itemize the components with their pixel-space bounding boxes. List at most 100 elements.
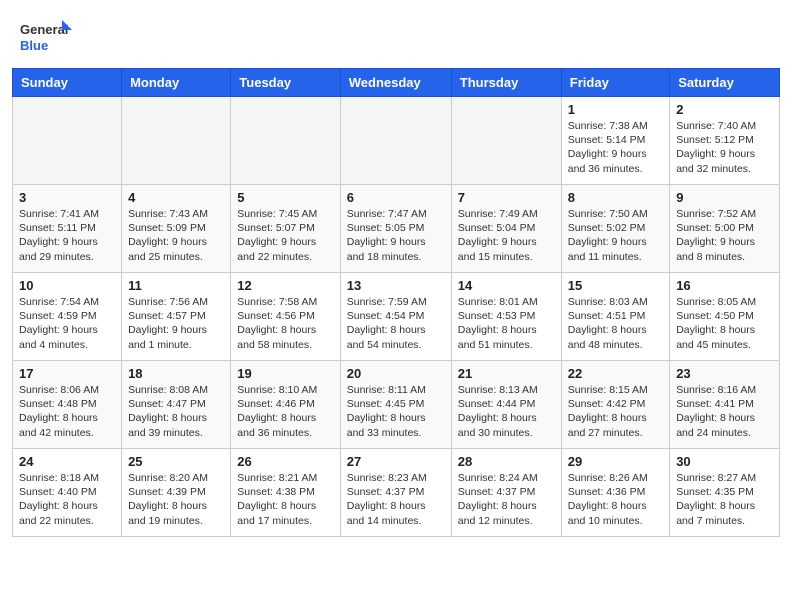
day-number: 29 [568,454,663,469]
calendar-cell: 18 Sunrise: 8:08 AM Sunset: 4:47 PM Dayli… [122,361,231,449]
day-number: 28 [458,454,555,469]
calendar-cell: 30Sunrise: 8:27 AM Sunset: 4:35 PM Dayli… [670,449,780,537]
calendar-cell: 10 Sunrise: 7:54 AM Sunset: 4:59 PM Dayli… [13,273,122,361]
day-number: 24 [19,454,115,469]
column-header-sunday: Sunday [13,69,122,97]
day-info: Sunrise: 8:01 AM Sunset: 4:53 PM Dayligh… [458,295,555,352]
calendar-cell: 3 Sunrise: 7:41 AM Sunset: 5:11 PM Daylig… [13,185,122,273]
day-number: 9 [676,190,773,205]
calendar-cell: 7 Sunrise: 7:49 AM Sunset: 5:04 PM Daylig… [451,185,561,273]
day-info: Sunrise: 8:15 AM Sunset: 4:42 PM Dayligh… [568,383,663,440]
calendar-cell [122,97,231,185]
calendar-cell: 27 Sunrise: 8:23 AM Sunset: 4:37 PM Dayli… [340,449,451,537]
calendar-cell: 9Sunrise: 7:52 AM Sunset: 5:00 PM Daylig… [670,185,780,273]
column-header-wednesday: Wednesday [340,69,451,97]
calendar-cell: 8 Sunrise: 7:50 AM Sunset: 5:02 PM Daylig… [561,185,669,273]
calendar-cell: 14 Sunrise: 8:01 AM Sunset: 4:53 PM Dayli… [451,273,561,361]
calendar-cell: 15 Sunrise: 8:03 AM Sunset: 4:51 PM Dayli… [561,273,669,361]
day-number: 23 [676,366,773,381]
day-info: Sunrise: 8:06 AM Sunset: 4:48 PM Dayligh… [19,383,115,440]
column-header-thursday: Thursday [451,69,561,97]
column-header-monday: Monday [122,69,231,97]
calendar-cell: 17 Sunrise: 8:06 AM Sunset: 4:48 PM Dayli… [13,361,122,449]
day-info: Sunrise: 7:43 AM Sunset: 5:09 PM Dayligh… [128,207,224,264]
week-row-5: 24 Sunrise: 8:18 AM Sunset: 4:40 PM Dayli… [13,449,780,537]
logo: General Blue [20,18,72,60]
day-number: 7 [458,190,555,205]
day-number: 2 [676,102,773,117]
calendar-cell: 1Sunrise: 7:38 AM Sunset: 5:14 PM Daylig… [561,97,669,185]
day-number: 27 [347,454,445,469]
calendar-cell: 22 Sunrise: 8:15 AM Sunset: 4:42 PM Dayli… [561,361,669,449]
calendar-table: SundayMondayTuesdayWednesdayThursdayFrid… [12,68,780,537]
day-info: Sunrise: 8:21 AM Sunset: 4:38 PM Dayligh… [237,471,333,528]
day-number: 30 [676,454,773,469]
calendar-cell: 5 Sunrise: 7:45 AM Sunset: 5:07 PM Daylig… [231,185,340,273]
day-number: 17 [19,366,115,381]
calendar-cell: 19 Sunrise: 8:10 AM Sunset: 4:46 PM Dayli… [231,361,340,449]
day-info: Sunrise: 8:23 AM Sunset: 4:37 PM Dayligh… [347,471,445,528]
calendar-cell: 2 Sunrise: 7:40 AM Sunset: 5:12 PM Daylig… [670,97,780,185]
calendar-cell: 28 Sunrise: 8:24 AM Sunset: 4:37 PM Dayli… [451,449,561,537]
calendar-cell: 6Sunrise: 7:47 AM Sunset: 5:05 PM Daylig… [340,185,451,273]
day-number: 22 [568,366,663,381]
day-number: 20 [347,366,445,381]
calendar-cell [13,97,122,185]
calendar-cell: 29Sunrise: 8:26 AM Sunset: 4:36 PM Dayli… [561,449,669,537]
day-number: 4 [128,190,224,205]
day-info: Sunrise: 7:47 AM Sunset: 5:05 PM Dayligh… [347,207,445,264]
day-info: Sunrise: 7:49 AM Sunset: 5:04 PM Dayligh… [458,207,555,264]
column-header-saturday: Saturday [670,69,780,97]
day-info: Sunrise: 7:45 AM Sunset: 5:07 PM Dayligh… [237,207,333,264]
calendar-wrapper: SundayMondayTuesdayWednesdayThursdayFrid… [0,68,792,549]
calendar-cell: 21Sunrise: 8:13 AM Sunset: 4:44 PM Dayli… [451,361,561,449]
day-info: Sunrise: 7:56 AM Sunset: 4:57 PM Dayligh… [128,295,224,352]
day-info: Sunrise: 7:54 AM Sunset: 4:59 PM Dayligh… [19,295,115,352]
calendar-body: 1Sunrise: 7:38 AM Sunset: 5:14 PM Daylig… [13,97,780,537]
day-info: Sunrise: 8:10 AM Sunset: 4:46 PM Dayligh… [237,383,333,440]
day-number: 3 [19,190,115,205]
day-info: Sunrise: 8:24 AM Sunset: 4:37 PM Dayligh… [458,471,555,528]
day-number: 12 [237,278,333,293]
calendar-cell [451,97,561,185]
day-number: 10 [19,278,115,293]
calendar-cell: 13 Sunrise: 7:59 AM Sunset: 4:54 PM Dayli… [340,273,451,361]
calendar-header: SundayMondayTuesdayWednesdayThursdayFrid… [13,69,780,97]
calendar-cell: 24 Sunrise: 8:18 AM Sunset: 4:40 PM Dayli… [13,449,122,537]
logo-svg: General Blue [20,18,72,60]
calendar-cell [340,97,451,185]
day-number: 5 [237,190,333,205]
day-info: Sunrise: 7:50 AM Sunset: 5:02 PM Dayligh… [568,207,663,264]
page-header: General Blue [0,0,792,68]
day-info: Sunrise: 7:40 AM Sunset: 5:12 PM Dayligh… [676,119,773,176]
day-number: 14 [458,278,555,293]
calendar-cell: 23Sunrise: 8:16 AM Sunset: 4:41 PM Dayli… [670,361,780,449]
day-number: 19 [237,366,333,381]
column-header-friday: Friday [561,69,669,97]
week-row-1: 1Sunrise: 7:38 AM Sunset: 5:14 PM Daylig… [13,97,780,185]
day-info: Sunrise: 8:08 AM Sunset: 4:47 PM Dayligh… [128,383,224,440]
day-number: 13 [347,278,445,293]
calendar-cell: 25Sunrise: 8:20 AM Sunset: 4:39 PM Dayli… [122,449,231,537]
calendar-cell: 4 Sunrise: 7:43 AM Sunset: 5:09 PM Daylig… [122,185,231,273]
day-number: 16 [676,278,773,293]
day-number: 18 [128,366,224,381]
header-row: SundayMondayTuesdayWednesdayThursdayFrid… [13,69,780,97]
day-info: Sunrise: 7:59 AM Sunset: 4:54 PM Dayligh… [347,295,445,352]
day-info: Sunrise: 8:18 AM Sunset: 4:40 PM Dayligh… [19,471,115,528]
day-info: Sunrise: 8:05 AM Sunset: 4:50 PM Dayligh… [676,295,773,352]
day-number: 8 [568,190,663,205]
day-info: Sunrise: 8:13 AM Sunset: 4:44 PM Dayligh… [458,383,555,440]
calendar-cell [231,97,340,185]
day-info: Sunrise: 8:03 AM Sunset: 4:51 PM Dayligh… [568,295,663,352]
day-info: Sunrise: 7:41 AM Sunset: 5:11 PM Dayligh… [19,207,115,264]
day-info: Sunrise: 7:38 AM Sunset: 5:14 PM Dayligh… [568,119,663,176]
column-header-tuesday: Tuesday [231,69,340,97]
week-row-4: 17 Sunrise: 8:06 AM Sunset: 4:48 PM Dayli… [13,361,780,449]
day-number: 15 [568,278,663,293]
day-number: 26 [237,454,333,469]
calendar-cell: 26 Sunrise: 8:21 AM Sunset: 4:38 PM Dayli… [231,449,340,537]
day-number: 25 [128,454,224,469]
calendar-cell: 11Sunrise: 7:56 AM Sunset: 4:57 PM Dayli… [122,273,231,361]
calendar-cell: 12Sunrise: 7:58 AM Sunset: 4:56 PM Dayli… [231,273,340,361]
